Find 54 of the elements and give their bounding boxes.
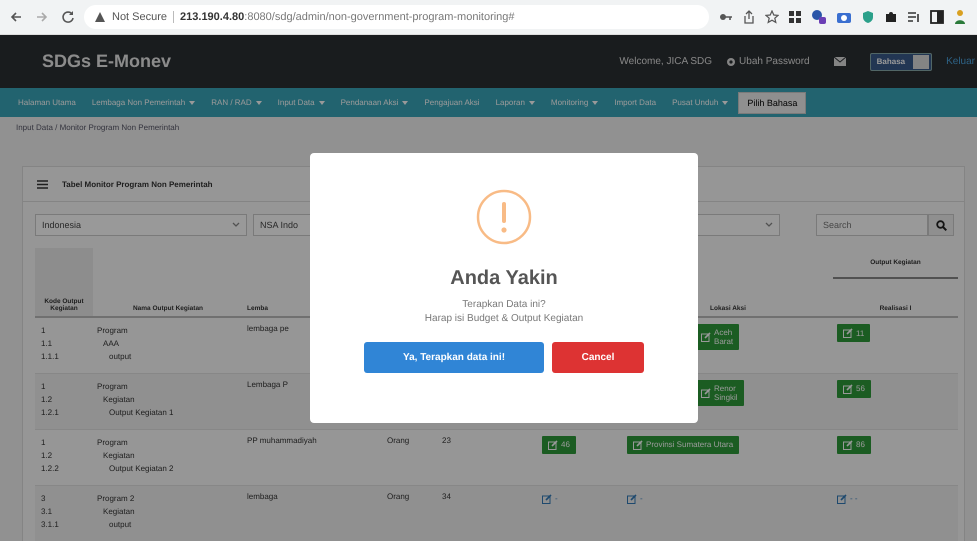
security-label: Not Secure — [112, 11, 174, 23]
edit-button[interactable]: - — [542, 492, 558, 506]
output-name: Program Kegiatan Output Kegiatan 2 — [97, 436, 174, 474]
edit-button[interactable]: 56 — [837, 380, 871, 398]
table-cell: Lembaga P — [247, 380, 288, 388]
row-code: 1 1.2 1.2.2 — [40, 436, 59, 474]
nav-item[interactable]: Pusat Unduh — [664, 98, 736, 107]
table-cell: Orang — [387, 492, 410, 500]
url-text: 213.190.4.80:8080/sdg/admin/non-government-program-monitoring# — [180, 11, 515, 23]
edit-button[interactable]: 46 — [542, 436, 576, 454]
change-password-link[interactable]: Ubah Password — [726, 56, 810, 67]
table-cell: Orang — [387, 436, 410, 444]
cancel-button[interactable]: Cancel — [552, 342, 644, 373]
edit-button[interactable]: 86 — [837, 436, 871, 454]
output-name: Program Kegiatan Output Kegiatan 1 — [97, 380, 174, 418]
nav-item[interactable]: Lembaga Non Pemerintah — [84, 98, 204, 107]
select-field[interactable]: NSA Indo — [253, 214, 310, 236]
table-cell: 23 — [442, 436, 451, 444]
edit-button[interactable]: Renor Singkil — [695, 380, 744, 406]
logout-link[interactable]: Keluar — [946, 56, 977, 67]
row-code: 1 1.1 1.1.1 — [40, 325, 59, 363]
output-name: Program AAA output — [97, 325, 132, 363]
edit-button[interactable]: - - — [837, 492, 858, 506]
address-bar[interactable]: Not Secure 213.190.4.80:8080/sdg/admin/non-government-program-monitoring# — [84, 5, 709, 29]
nav-item[interactable]: Input Data — [270, 98, 333, 107]
dialog-message: Terapkan Data ini? Harap isi Budget & Output Kegiatan — [424, 298, 584, 326]
table-cell: PP muhammadiyah — [247, 436, 317, 444]
edit-button[interactable]: 11 — [837, 324, 870, 342]
nav-item[interactable]: Monitoring — [542, 98, 606, 107]
row-code: 1 1.2 1.2.1 — [40, 380, 59, 418]
select-field[interactable]: Indonesia — [35, 214, 247, 236]
nav-item[interactable]: Pendanaan Aksi — [332, 98, 416, 107]
confirm-button[interactable]: Ya, Terapkan data ini! — [364, 342, 544, 373]
language-button[interactable]: Pilih Bahasa — [738, 92, 806, 114]
nav-item[interactable]: Pengajuan Aksi — [416, 98, 488, 107]
table-cell: 34 — [442, 492, 451, 500]
search-field[interactable]: Search — [816, 214, 928, 236]
dialog-title: Anda Yakin — [450, 267, 558, 290]
breadcrumb: Input Data / Monitor Program Non Pemerintah — [15, 122, 180, 134]
row-code: 3 3.1 3.1.1 — [40, 492, 59, 530]
card-title: Tabel Monitor Program Non Pemerintah — [62, 180, 213, 188]
edit-button[interactable]: - — [627, 492, 643, 506]
language-toggle[interactable]: Bahasa — [870, 52, 932, 70]
nav-item[interactable]: Laporan — [488, 98, 543, 107]
output-name: Program 2 Kegiatan output — [97, 492, 135, 530]
nav-item[interactable]: Import Data — [606, 98, 664, 107]
table-cell: lembaga — [247, 492, 278, 500]
nav-item[interactable]: Halaman Utama — [10, 98, 84, 107]
nav-item[interactable]: RAN / RAD — [203, 98, 270, 107]
edit-button[interactable]: Aceh Barat — [695, 324, 740, 350]
welcome-text: Welcome, JICA SDG — [619, 56, 712, 67]
edit-button[interactable]: Provinsi Sumatera Utara — [627, 436, 740, 454]
table-cell: lembaga pe — [247, 324, 289, 333]
app-title: SDGs E-Monev — [42, 51, 172, 72]
